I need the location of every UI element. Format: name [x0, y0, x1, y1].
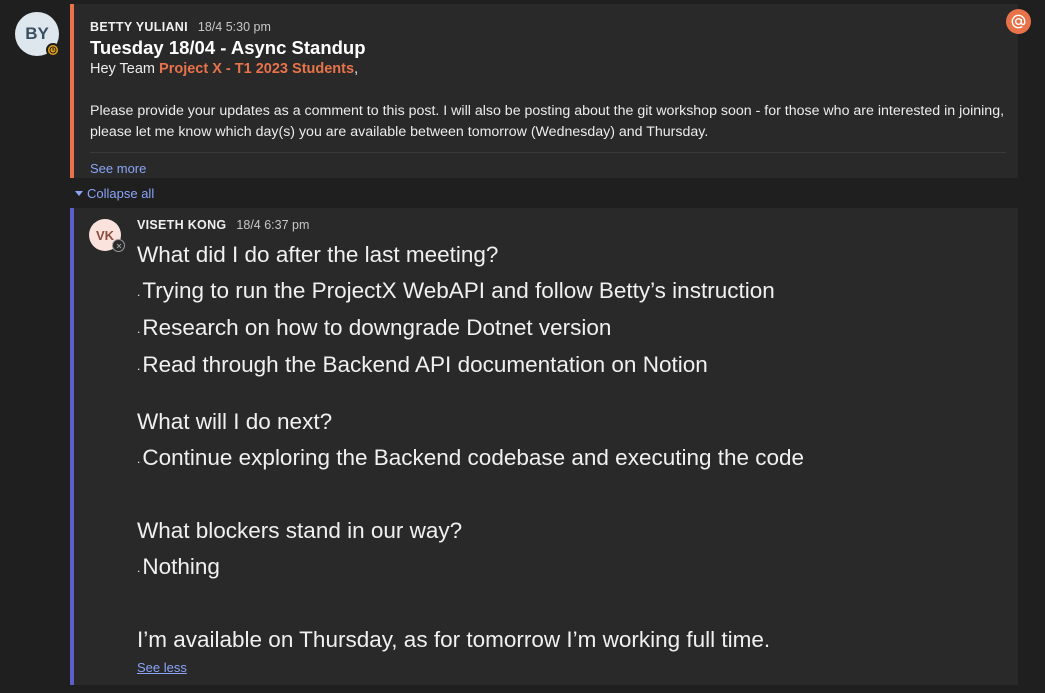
list-item: .Trying to run the ProjectX WebAPI and f… — [137, 273, 997, 310]
reply-author[interactable]: VISETH KONG — [137, 218, 226, 232]
bullet: . — [137, 359, 141, 374]
channel-post[interactable]: BETTY YULIANI 18/4 5:30 pm Tuesday 18/04… — [70, 4, 1018, 178]
greeting-suffix: , — [354, 61, 359, 77]
see-more-link[interactable]: See more — [90, 161, 146, 176]
bullet: . — [137, 322, 141, 337]
post-timestamp: 18/4 5:30 pm — [197, 20, 271, 34]
post-meta: BETTY YULIANI 18/4 5:30 pm — [90, 20, 271, 34]
team-mention[interactable]: Project X - T1 2023 Students — [159, 61, 354, 77]
see-less-link[interactable]: See less — [137, 660, 187, 675]
list-item-text: Trying to run the ProjectX WebAPI and fo… — [142, 278, 775, 303]
reply-avatar-initials: VK — [95, 227, 115, 243]
list-item: .Read through the Backend API documentat… — [137, 347, 997, 384]
bullet: . — [137, 452, 141, 467]
collapse-all-label: Collapse all — [87, 186, 155, 201]
offline-status-icon — [112, 239, 125, 252]
list-item: .Continue exploring the Backend codebase… — [137, 440, 997, 477]
bullet: . — [137, 561, 141, 576]
question-heading: What did I do after the last meeting? — [137, 242, 499, 267]
author-avatar-initials: BY — [25, 24, 49, 43]
list-item-text: Research on how to downgrade Dotnet vers… — [142, 315, 612, 341]
post-subject: Tuesday 18/04 - Async Standup — [90, 37, 366, 58]
away-status-icon — [46, 43, 60, 57]
conversation-view: BY BETTY YULIANI 18/4 5:30 pm Tuesday 18… — [0, 0, 1045, 693]
question-heading: What blockers stand in our way? — [137, 518, 463, 544]
collapse-all-toggle[interactable]: Collapse all — [75, 186, 154, 201]
question-heading: What will I do next? — [137, 409, 333, 435]
post-body: Please provide your updates as a comment… — [90, 103, 1005, 140]
reply-body: What did I do after the last meeting? .T… — [137, 237, 997, 658]
reply-message[interactable]: VK VISETH KONG 18/4 6:37 pm What did I d… — [70, 208, 1018, 685]
closing-line: I’m available on Thursday, as for tomorr… — [137, 627, 771, 653]
reply-timestamp: 18/4 6:37 pm — [236, 218, 310, 232]
list-item-text: Nothing — [142, 554, 220, 580]
post-author[interactable]: BETTY YULIANI — [90, 20, 188, 34]
bullet: . — [137, 285, 141, 300]
list-item: .Research on how to downgrade Dotnet ver… — [137, 310, 997, 347]
mention-at-icon — [1006, 9, 1031, 34]
reply-meta: VISETH KONG 18/4 6:37 pm — [137, 218, 309, 232]
post-divider — [90, 152, 1006, 153]
caret-down-icon — [75, 191, 83, 196]
greeting-prefix: Hey Team — [90, 61, 160, 77]
list-item-text: Read through the Backend API documentati… — [142, 352, 708, 378]
list-item-text: Continue exploring the Backend codebase … — [142, 445, 805, 471]
list-item: .Nothing — [137, 549, 997, 586]
post-greeting: Hey Team Project X - T1 2023 Students, — [90, 61, 358, 77]
